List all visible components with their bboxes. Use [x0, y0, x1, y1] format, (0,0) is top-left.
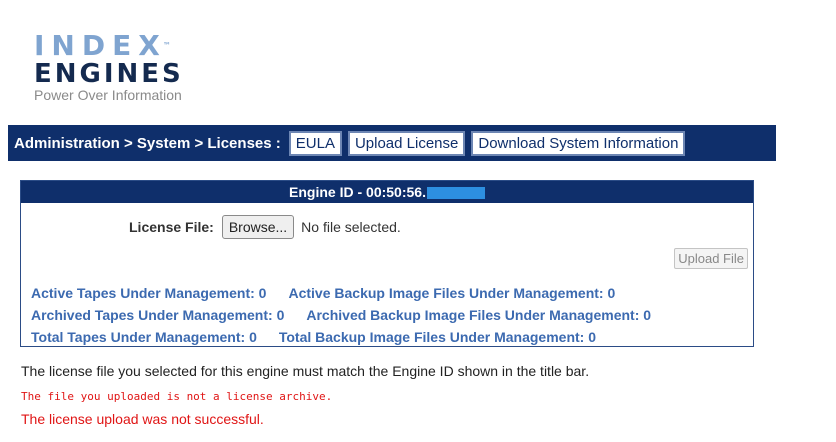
active-backup-stat: Active Backup Image Files Under Manageme… [288, 285, 616, 301]
stats-row-active: Active Tapes Under Management: 0 Active … [31, 282, 651, 304]
error-message: The license upload was not successful. [21, 411, 264, 427]
redaction-bar [426, 187, 485, 200]
tab-eula[interactable]: EULA [288, 130, 342, 156]
stats-row-archived: Archived Tapes Under Management: 0 Archi… [31, 304, 651, 326]
logo-line-1: INDEX [34, 29, 167, 62]
total-backup-stat: Total Backup Image Files Under Managemen… [278, 329, 597, 345]
license-panel: Engine ID - 00:50:56. License File: Brow… [20, 180, 754, 347]
tab-download-system-information[interactable]: Download System Information [471, 130, 686, 156]
archived-backup-stat: Archived Backup Image Files Under Manage… [306, 307, 652, 323]
total-tapes-stat: Total Tapes Under Management: 0 [31, 329, 257, 345]
license-file-label: License File: [129, 219, 214, 235]
management-stats: Active Tapes Under Management: 0 Active … [31, 282, 651, 348]
active-tapes-stat: Active Tapes Under Management: 0 [31, 285, 267, 301]
upload-file-button[interactable]: Upload File [674, 248, 748, 269]
tab-upload-license[interactable]: Upload License [347, 130, 466, 156]
logo-trademark: ™ [162, 41, 171, 50]
logo-tagline: Power Over Information [34, 87, 182, 103]
breadcrumb: Administration > System > Licenses : [14, 134, 281, 152]
index-engines-logo: INDEX™ ENGINES Power Over Information [34, 29, 184, 104]
archived-tapes-stat: Archived Tapes Under Management: 0 [31, 307, 285, 323]
engine-id-title: Engine ID - 00:50:56. [289, 184, 426, 200]
engine-id-header: Engine ID - 00:50:56. [21, 181, 753, 203]
browse-button[interactable]: Browse... [221, 215, 295, 239]
no-file-selected-text: No file selected. [301, 219, 401, 235]
error-detail-message: The file you uploaded is not a license a… [21, 390, 333, 403]
info-message: The license file you selected for this e… [21, 363, 590, 379]
stats-row-total: Total Tapes Under Management: 0 Total Ba… [31, 326, 651, 348]
license-file-row: License File: Browse... No file selected… [129, 215, 401, 239]
nav-bar: Administration > System > Licenses : EUL… [8, 125, 776, 161]
logo-line-2: ENGINES [34, 59, 184, 89]
